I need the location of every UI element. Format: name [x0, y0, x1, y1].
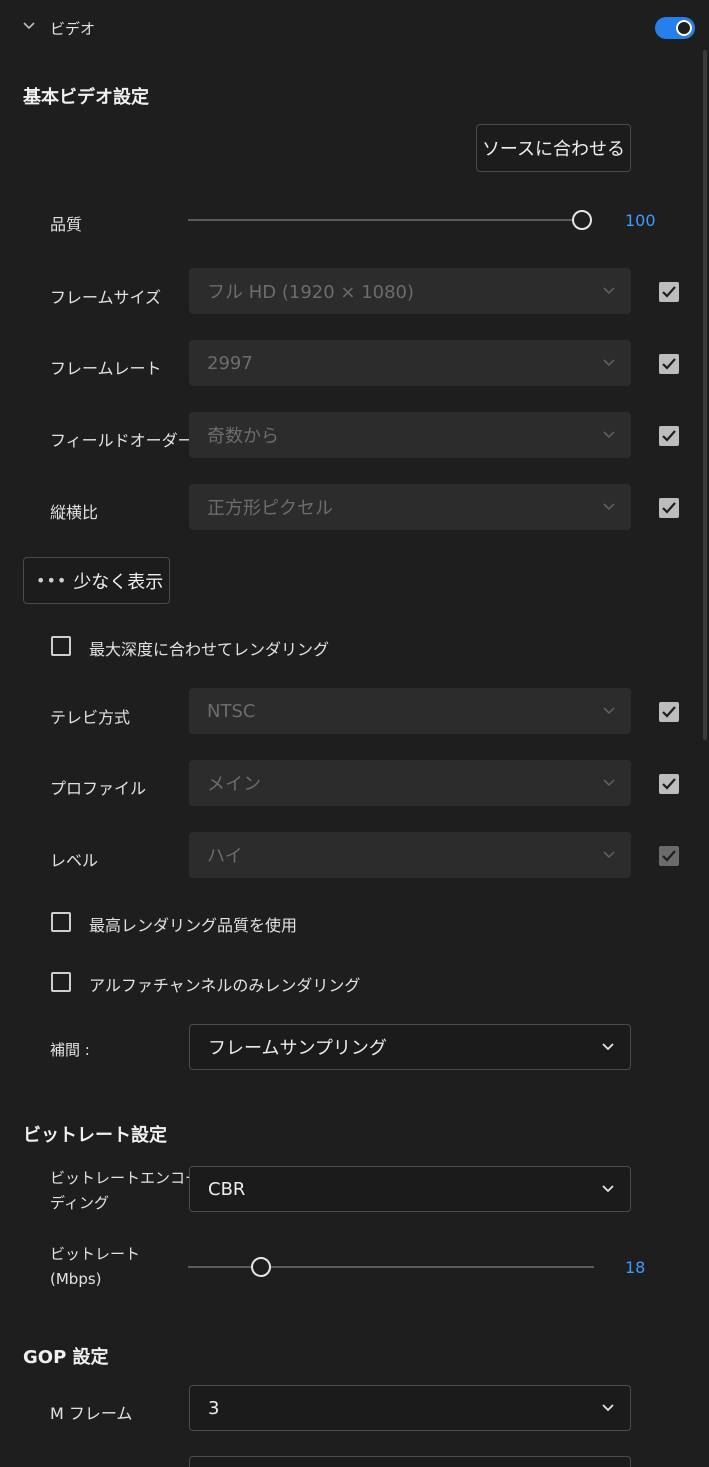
- frame-rate-label: フレームレート: [50, 359, 162, 378]
- bitrate-encoding-label-line2: ディング: [50, 1194, 109, 1212]
- bitrate-encoding-value: CBR: [208, 1178, 246, 1200]
- aspect-value: 正方形ピクセル: [207, 498, 333, 519]
- frame-size-value: フル HD (1920 × 1080): [207, 282, 415, 303]
- tv-standard-match-checkbox[interactable]: [659, 702, 679, 722]
- show-less-label: 少なく表示: [73, 571, 164, 593]
- bitrate-value: 18: [625, 1258, 646, 1277]
- video-toggle-switch[interactable]: [655, 17, 695, 39]
- m-frame-value: 3: [208, 1397, 220, 1419]
- basic-settings-heading: 基本ビデオ設定: [23, 87, 149, 108]
- tv-standard-dropdown[interactable]: NTSC: [189, 688, 631, 734]
- profile-label: プロファイル: [50, 779, 147, 798]
- chevron-down-icon: [603, 287, 615, 295]
- chevron-down-icon: [603, 431, 615, 439]
- scrollbar[interactable]: [703, 50, 707, 740]
- quality-slider-track[interactable]: [188, 219, 582, 221]
- tv-standard-label: テレビ方式: [50, 708, 131, 727]
- chevron-down-icon: [603, 359, 615, 367]
- bitrate-encoding-dropdown[interactable]: CBR: [189, 1166, 631, 1212]
- max-depth-checkbox[interactable]: [51, 636, 71, 656]
- interpolation-label: 補間 :: [50, 1041, 90, 1059]
- frame-rate-value: 2997: [207, 352, 253, 374]
- bitrate-encoding-label-line1: ビットレートエンコー: [50, 1169, 201, 1187]
- field-order-dropdown[interactable]: 奇数から: [189, 412, 631, 458]
- field-order-value: 奇数から: [207, 426, 279, 447]
- profile-match-checkbox[interactable]: [659, 774, 679, 794]
- n-frame-dropdown-partial[interactable]: [189, 1456, 631, 1467]
- show-less-button[interactable]: ••• 少なく表示: [23, 557, 170, 604]
- quality-label: 品質: [50, 215, 83, 234]
- level-dropdown[interactable]: ハイ: [189, 832, 631, 878]
- level-match-checkbox: [659, 846, 679, 866]
- level-value: ハイ: [207, 846, 243, 867]
- frame-rate-dropdown[interactable]: 2997: [189, 340, 631, 386]
- chevron-down-icon: [602, 1043, 614, 1051]
- level-label: レベル: [50, 851, 99, 870]
- chevron-down-icon: [603, 779, 615, 787]
- alpha-only-label: アルファチャンネルのみレンダリング: [89, 976, 361, 995]
- quality-value: 100: [625, 211, 656, 230]
- frame-size-match-checkbox[interactable]: [659, 282, 679, 302]
- aspect-match-checkbox[interactable]: [659, 498, 679, 518]
- quality-slider-thumb[interactable]: [572, 210, 592, 230]
- toggle-knob: [676, 20, 692, 36]
- tv-standard-value: NTSC: [207, 700, 256, 722]
- chevron-down-icon: [603, 503, 615, 511]
- max-render-quality-label: 最高レンダリング品質を使用: [89, 916, 298, 935]
- alpha-only-checkbox[interactable]: [51, 972, 71, 992]
- aspect-dropdown[interactable]: 正方形ピクセル: [189, 484, 631, 530]
- bitrate-label-line2: (Mbps): [50, 1270, 102, 1288]
- bitrate-encoding-label: ビットレートエンコー ディング: [50, 1166, 200, 1216]
- max-render-quality-checkbox[interactable]: [51, 912, 71, 932]
- field-order-match-checkbox[interactable]: [659, 426, 679, 446]
- chevron-down-icon: [602, 1404, 614, 1412]
- bitrate-slider-track[interactable]: [188, 1266, 594, 1268]
- interpolation-dropdown[interactable]: フレームサンプリング: [189, 1024, 631, 1070]
- bitrate-slider-thumb[interactable]: [251, 1257, 272, 1277]
- interpolation-value: フレームサンプリング: [208, 1038, 387, 1059]
- field-order-label: フィールドオーダー: [50, 431, 194, 450]
- section-title-video: ビデオ: [50, 20, 96, 38]
- m-frame-label: M フレーム: [50, 1404, 133, 1423]
- bitrate-settings-heading: ビットレート設定: [23, 1125, 167, 1146]
- chevron-down-icon[interactable]: [23, 22, 35, 30]
- bitrate-label: ビットレート (Mbps): [50, 1242, 140, 1292]
- chevron-down-icon: [603, 851, 615, 859]
- aspect-label: 縦横比: [50, 503, 99, 522]
- profile-value: メイン: [207, 774, 261, 795]
- match-source-button[interactable]: ソースに合わせる: [476, 124, 631, 172]
- gop-settings-heading: GOP 設定: [23, 1347, 109, 1368]
- m-frame-dropdown[interactable]: 3: [189, 1385, 631, 1431]
- chevron-down-icon: [602, 1185, 614, 1193]
- frame-size-dropdown[interactable]: フル HD (1920 × 1080): [189, 268, 631, 314]
- profile-dropdown[interactable]: メイン: [189, 760, 631, 806]
- frame-rate-match-checkbox[interactable]: [659, 354, 679, 374]
- frame-size-label: フレームサイズ: [50, 288, 162, 307]
- max-depth-label: 最大深度に合わせてレンダリング: [89, 640, 330, 659]
- bitrate-label-line1: ビットレート: [50, 1245, 141, 1263]
- ellipsis-icon: •••: [36, 571, 68, 590]
- chevron-down-icon: [603, 707, 615, 715]
